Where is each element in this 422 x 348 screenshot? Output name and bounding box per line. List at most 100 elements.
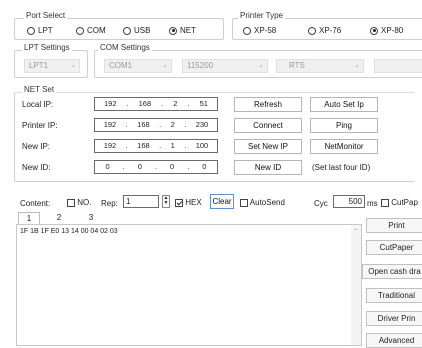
- set-new-ip-button[interactable]: Set New IP: [234, 139, 302, 154]
- ip-octet: 100: [195, 141, 209, 150]
- print-button[interactable]: Print: [366, 218, 422, 233]
- cutpaper-checkbox-label: CutPap: [391, 198, 418, 207]
- printer-ip-field[interactable]: 192. 168. 2. 230: [94, 118, 218, 132]
- set-last-four-id-hint: (Set last four ID): [312, 163, 371, 172]
- ip-octet: 192: [103, 120, 117, 129]
- ip-octet: 1: [170, 141, 175, 150]
- scroll-up-arrow-icon: ⌃: [353, 229, 359, 235]
- ip-dot: .: [125, 141, 128, 150]
- no-checkbox[interactable]: NO.: [67, 198, 91, 207]
- flow-control-select[interactable]: RTS ⌄: [276, 59, 364, 73]
- rep-input[interactable]: 1: [123, 195, 159, 208]
- radio-lpt-label: LPT: [38, 26, 53, 35]
- com-extra-select[interactable]: [374, 59, 422, 73]
- ms-label: ms: [367, 199, 378, 208]
- radio-xp58[interactable]: XP-58: [243, 26, 276, 35]
- ip-dot: .: [184, 141, 187, 150]
- com-settings-title: COM Settings: [98, 43, 152, 52]
- rep-spinner[interactable]: ▲ ▼: [162, 195, 170, 208]
- radio-net-label: NET: [180, 26, 196, 35]
- local-ip-label: Local IP:: [22, 100, 54, 109]
- radio-com[interactable]: COM: [76, 26, 106, 35]
- id-octet: 0: [137, 162, 142, 171]
- lpt-port-value: LPT1: [29, 61, 49, 70]
- open-cash-drawer-button[interactable]: Open cash dra: [362, 264, 422, 279]
- autosend-checkbox-label: AutoSend: [249, 198, 285, 207]
- radio-xp76-label: XP-76: [319, 26, 342, 35]
- rep-label: Rep:: [101, 199, 118, 208]
- tab-3[interactable]: 3: [76, 213, 106, 224]
- ip-octet: 168: [138, 99, 152, 108]
- radio-lpt[interactable]: LPT: [27, 26, 53, 35]
- net-monitor-button[interactable]: NetMonitor: [310, 139, 378, 154]
- new-ip-field[interactable]: 192. 168. 1. 100: [94, 139, 218, 153]
- chevron-down-icon: ⌄: [354, 62, 360, 69]
- hex-checkbox-label: HEX: [185, 198, 202, 207]
- radio-usb-circle: [123, 26, 131, 35]
- new-id-field[interactable]: 0. 0. 0. 0: [94, 160, 218, 174]
- radio-net[interactable]: NET: [169, 26, 196, 35]
- hex-checkbox[interactable]: HEX: [175, 198, 202, 207]
- ip-octet: 51: [199, 99, 208, 108]
- ip-dot: .: [154, 162, 158, 171]
- radio-net-circle: [169, 26, 177, 35]
- cut-paper-button[interactable]: CutPaper: [366, 240, 422, 255]
- ip-octet: 192: [104, 99, 117, 108]
- id-octet: 0: [170, 162, 175, 171]
- flow-control-value: RTS: [289, 61, 305, 70]
- cyc-input[interactable]: 500: [333, 195, 365, 208]
- autosend-checkbox-box: [240, 198, 248, 207]
- tab-2[interactable]: 2: [44, 213, 74, 224]
- driver-print-button[interactable]: Driver Prin: [366, 311, 422, 326]
- no-checkbox-box: [67, 198, 75, 207]
- radio-xp76-circle: [308, 26, 316, 35]
- ip-dot: .: [159, 141, 162, 150]
- radio-xp76[interactable]: XP-76: [308, 26, 341, 35]
- tab-2-label: 2: [56, 213, 62, 222]
- lpt-settings-title: LPT Settings: [22, 43, 72, 52]
- radio-usb-label: USB: [134, 26, 151, 35]
- radio-xp80[interactable]: XP-80: [370, 26, 403, 35]
- editor-text: 1F 1B 1F E0 13 14 00 04 02 03: [20, 228, 118, 235]
- radio-com-label: COM: [87, 26, 106, 35]
- cutpaper-checkbox[interactable]: CutPap: [381, 198, 418, 207]
- tab-1[interactable]: 1: [18, 212, 40, 224]
- printer-type-title: Printer Type: [238, 11, 285, 20]
- radio-xp80-label: XP-80: [381, 26, 404, 35]
- ip-octet: 230: [195, 120, 209, 129]
- advanced-button[interactable]: Advanced: [366, 333, 422, 348]
- radio-lpt-circle: [27, 26, 35, 35]
- hex-editor-textarea[interactable]: 1F 1B 1F E0 13 14 00 04 02 03 ⌃: [16, 224, 362, 346]
- radio-xp58-label: XP-58: [254, 26, 277, 35]
- ip-dot: .: [125, 120, 128, 129]
- chevron-down-icon: ⌄: [162, 62, 168, 69]
- cyc-label: Cyc: [314, 199, 328, 208]
- port-select-title: Port Select: [24, 11, 68, 20]
- ip-dot: .: [184, 120, 187, 129]
- auto-set-ip-button[interactable]: Auto Set Ip: [310, 97, 378, 112]
- ip-octet: 168: [137, 141, 150, 150]
- chevron-down-icon: ⌄: [258, 62, 264, 69]
- radio-xp58-circle: [243, 26, 251, 35]
- cutpaper-checkbox-box: [381, 198, 389, 207]
- ping-button[interactable]: Ping: [310, 118, 378, 133]
- tab-3-label: 3: [88, 213, 94, 222]
- lpt-port-select[interactable]: LPT1 ⌄: [24, 59, 80, 73]
- radio-usb[interactable]: USB: [123, 26, 150, 35]
- editor-scrollbar[interactable]: ⌃: [351, 225, 361, 345]
- autosend-checkbox[interactable]: AutoSend: [240, 198, 285, 207]
- baud-rate-select[interactable]: 115200 ⌄: [182, 59, 268, 73]
- connect-button[interactable]: Connect: [234, 118, 302, 133]
- traditional-button[interactable]: Traditional: [366, 288, 422, 303]
- chevron-down-icon: ⌄: [70, 62, 76, 69]
- ip-octet: 192: [103, 141, 117, 150]
- new-ip-label: New IP:: [22, 142, 51, 151]
- local-ip-field[interactable]: 192. 168. 2. 51: [94, 97, 218, 111]
- new-id-button[interactable]: New ID: [234, 160, 302, 175]
- radio-com-circle: [76, 26, 84, 35]
- clear-button[interactable]: Clear: [210, 194, 234, 209]
- refresh-button[interactable]: Refresh: [234, 97, 302, 112]
- com-port-value: COM1: [109, 61, 133, 70]
- net-set-title: NET Set: [22, 85, 57, 94]
- com-port-select[interactable]: COM1 ⌄: [104, 59, 172, 73]
